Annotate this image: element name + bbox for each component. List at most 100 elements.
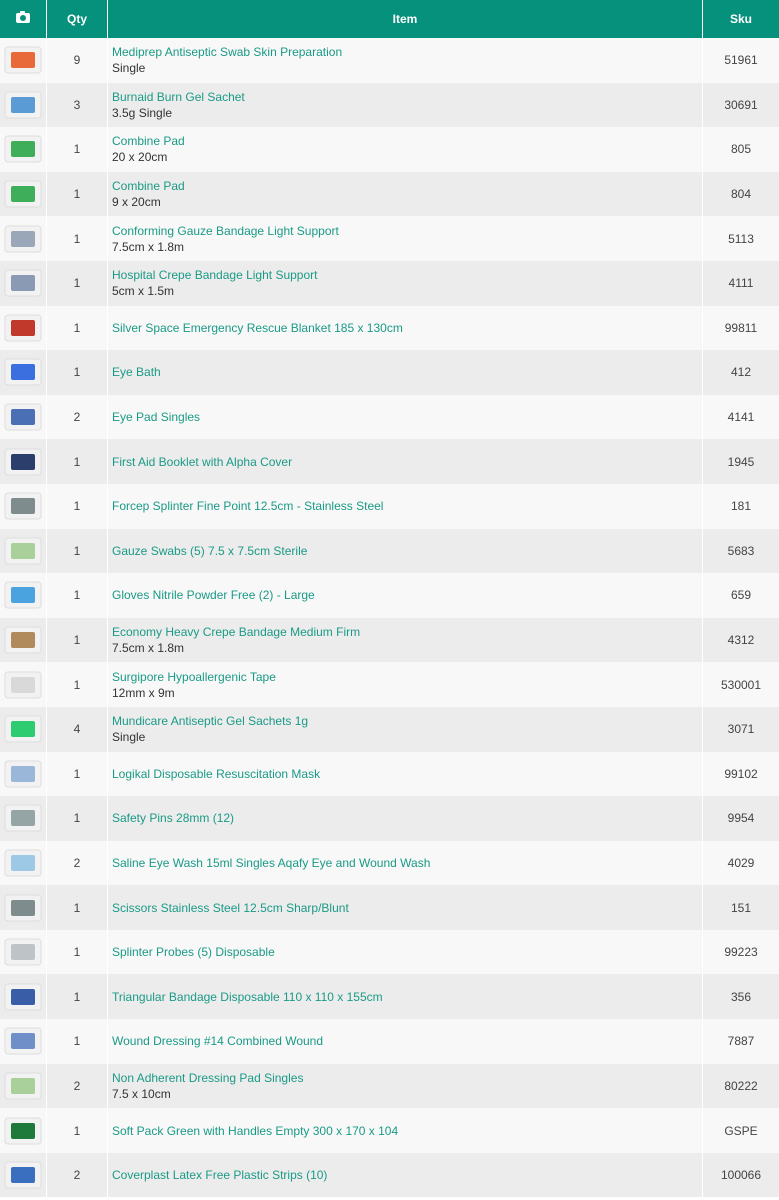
- item-name-link[interactable]: Wound Dressing #14 Combined Wound: [112, 1033, 702, 1049]
- product-thumbnail[interactable]: [2, 87, 44, 123]
- product-thumbnail-cell[interactable]: [0, 483, 47, 529]
- product-thumbnail-cell[interactable]: [0, 171, 47, 217]
- qty-column-header: Qty: [46, 0, 108, 38]
- product-thumbnail[interactable]: [2, 1113, 44, 1149]
- qty-cell: 2: [46, 840, 108, 886]
- product-thumbnail-cell[interactable]: [0, 350, 47, 395]
- product-thumbnail[interactable]: [2, 354, 44, 390]
- item-name-link[interactable]: Non Adherent Dressing Pad Singles: [112, 1070, 702, 1086]
- item-variant: 7.5 x 10cm: [112, 1086, 171, 1101]
- product-thumbnail[interactable]: [2, 577, 44, 613]
- item-name-link[interactable]: Conforming Gauze Bandage Light Support: [112, 223, 702, 239]
- product-thumbnail-cell[interactable]: [0, 706, 47, 752]
- product-thumbnail-cell[interactable]: [0, 617, 47, 663]
- product-thumbnail[interactable]: [2, 310, 44, 346]
- product-thumbnail[interactable]: [2, 444, 44, 480]
- product-thumbnail-cell[interactable]: [0, 796, 47, 841]
- product-thumbnail-cell[interactable]: [0, 305, 47, 351]
- item-variant: 5cm x 1.5m: [112, 284, 175, 299]
- product-thumbnail-cell[interactable]: [0, 1019, 47, 1064]
- product-thumbnail[interactable]: [2, 533, 44, 569]
- item-name-link[interactable]: Soft Pack Green with Handles Empty 300 x…: [112, 1123, 702, 1139]
- product-thumbnail-cell[interactable]: [0, 1108, 47, 1153]
- qty-cell: 1: [46, 617, 108, 663]
- table-row: 4 Mundicare Antiseptic Gel Sachets 1g Sing…: [0, 706, 779, 752]
- table-row: 1 Soft Pack Green with Handles Empty 300 …: [0, 1108, 779, 1153]
- product-thumbnail-cell[interactable]: [0, 394, 47, 440]
- product-thumbnail[interactable]: [2, 756, 44, 792]
- item-cell: Logikal Disposable Resuscitation Mask: [107, 751, 703, 797]
- table-row: 1 Logikal Disposable Resuscitation Mask 99…: [0, 751, 779, 797]
- item-cell: Economy Heavy Crepe Bandage Medium Firm 7…: [107, 617, 703, 663]
- product-thumbnail-cell[interactable]: [0, 573, 47, 618]
- product-thumbnail[interactable]: [2, 800, 44, 836]
- table-row: 1 Combine Pad 20 x 20cm 805: [0, 127, 779, 172]
- table-body: 9 Mediprep Antiseptic Swab Skin Preparati…: [0, 38, 779, 1198]
- item-name-link[interactable]: Silver Space Emergency Rescue Blanket 18…: [112, 320, 702, 336]
- product-thumbnail-cell[interactable]: [0, 662, 47, 707]
- product-thumbnail-cell[interactable]: [0, 82, 47, 128]
- product-thumbnail-cell[interactable]: [0, 885, 47, 930]
- item-variant: 7.5cm x 1.8m: [112, 641, 185, 656]
- product-thumbnail[interactable]: [2, 845, 44, 881]
- product-thumbnail[interactable]: [2, 131, 44, 167]
- item-name-link[interactable]: Triangular Bandage Disposable 110 x 110 …: [112, 989, 702, 1005]
- product-thumbnail[interactable]: [2, 1157, 44, 1193]
- qty-cell: 1: [46, 573, 108, 618]
- item-name-link[interactable]: Gauze Swabs (5) 7.5 x 7.5cm Sterile: [112, 543, 702, 559]
- item-name-link[interactable]: Combine Pad: [112, 133, 702, 149]
- item-name-link[interactable]: Economy Heavy Crepe Bandage Medium Firm: [112, 624, 702, 640]
- item-name-link[interactable]: Surgipore Hypoallergenic Tape: [112, 669, 702, 685]
- item-name-link[interactable]: First Aid Booklet with Alpha Cover: [112, 454, 702, 470]
- product-thumbnail[interactable]: [2, 667, 44, 703]
- product-thumbnail[interactable]: [2, 711, 44, 747]
- item-name-link[interactable]: Splinter Probes (5) Disposable: [112, 944, 702, 960]
- item-name-link[interactable]: Combine Pad: [112, 178, 702, 194]
- product-thumbnail[interactable]: [2, 42, 44, 78]
- item-variant: 12mm x 9m: [112, 685, 175, 700]
- product-thumbnail-cell[interactable]: [0, 127, 47, 172]
- product-thumbnail-cell[interactable]: [0, 216, 47, 261]
- product-thumbnail[interactable]: [2, 176, 44, 212]
- product-thumbnail-cell[interactable]: [0, 38, 47, 83]
- product-thumbnail[interactable]: [2, 1068, 44, 1104]
- product-thumbnail-cell[interactable]: [0, 528, 47, 574]
- item-name-link[interactable]: Mundicare Antiseptic Gel Sachets 1g: [112, 713, 702, 729]
- product-thumbnail-cell[interactable]: [0, 1063, 47, 1109]
- sku-cell: 5113: [702, 216, 779, 261]
- item-name-link[interactable]: Burnaid Burn Gel Sachet: [112, 89, 702, 105]
- product-thumbnail-cell[interactable]: [0, 260, 47, 306]
- item-name-link[interactable]: Eye Bath: [112, 364, 702, 380]
- item-name-link[interactable]: Forcep Splinter Fine Point 12.5cm - Stai…: [112, 498, 702, 514]
- product-thumbnail[interactable]: [2, 890, 44, 926]
- product-thumbnail-cell[interactable]: [0, 929, 47, 975]
- product-thumbnail[interactable]: [2, 934, 44, 970]
- item-name-link[interactable]: Gloves Nitrile Powder Free (2) - Large: [112, 587, 702, 603]
- table-row: 2 Coverplast Latex Free Plastic Strips (1…: [0, 1152, 779, 1198]
- item-name-link[interactable]: Mediprep Antiseptic Swab Skin Preparatio…: [112, 44, 702, 60]
- item-cell: Triangular Bandage Disposable 110 x 110 …: [107, 974, 703, 1020]
- item-name-link[interactable]: Saline Eye Wash 15ml Singles Aqafy Eye a…: [112, 855, 702, 871]
- product-thumbnail[interactable]: [2, 488, 44, 524]
- product-thumbnail-cell[interactable]: [0, 974, 47, 1020]
- product-thumbnail[interactable]: [2, 1023, 44, 1059]
- product-thumbnail-cell[interactable]: [0, 751, 47, 797]
- table-row: 1 Silver Space Emergency Rescue Blanket 1…: [0, 305, 779, 351]
- qty-cell: 1: [46, 260, 108, 306]
- qty-cell: 9: [46, 38, 108, 83]
- product-thumbnail[interactable]: [2, 265, 44, 301]
- product-thumbnail-cell[interactable]: [0, 1152, 47, 1198]
- item-name-link[interactable]: Coverplast Latex Free Plastic Strips (10…: [112, 1167, 702, 1183]
- product-thumbnail-cell[interactable]: [0, 840, 47, 886]
- product-thumbnail[interactable]: [2, 979, 44, 1015]
- item-name-link[interactable]: Eye Pad Singles: [112, 409, 702, 425]
- product-thumbnail[interactable]: [2, 622, 44, 658]
- item-name-link[interactable]: Hospital Crepe Bandage Light Support: [112, 267, 702, 283]
- item-name-link[interactable]: Safety Pins 28mm (12): [112, 810, 702, 826]
- product-thumbnail[interactable]: [2, 221, 44, 257]
- item-name-link[interactable]: Scissors Stainless Steel 12.5cm Sharp/Bl…: [112, 900, 702, 916]
- product-thumbnail-cell[interactable]: [0, 439, 47, 484]
- table-row: 2 Saline Eye Wash 15ml Singles Aqafy Eye …: [0, 840, 779, 886]
- item-name-link[interactable]: Logikal Disposable Resuscitation Mask: [112, 766, 702, 782]
- product-thumbnail[interactable]: [2, 399, 44, 435]
